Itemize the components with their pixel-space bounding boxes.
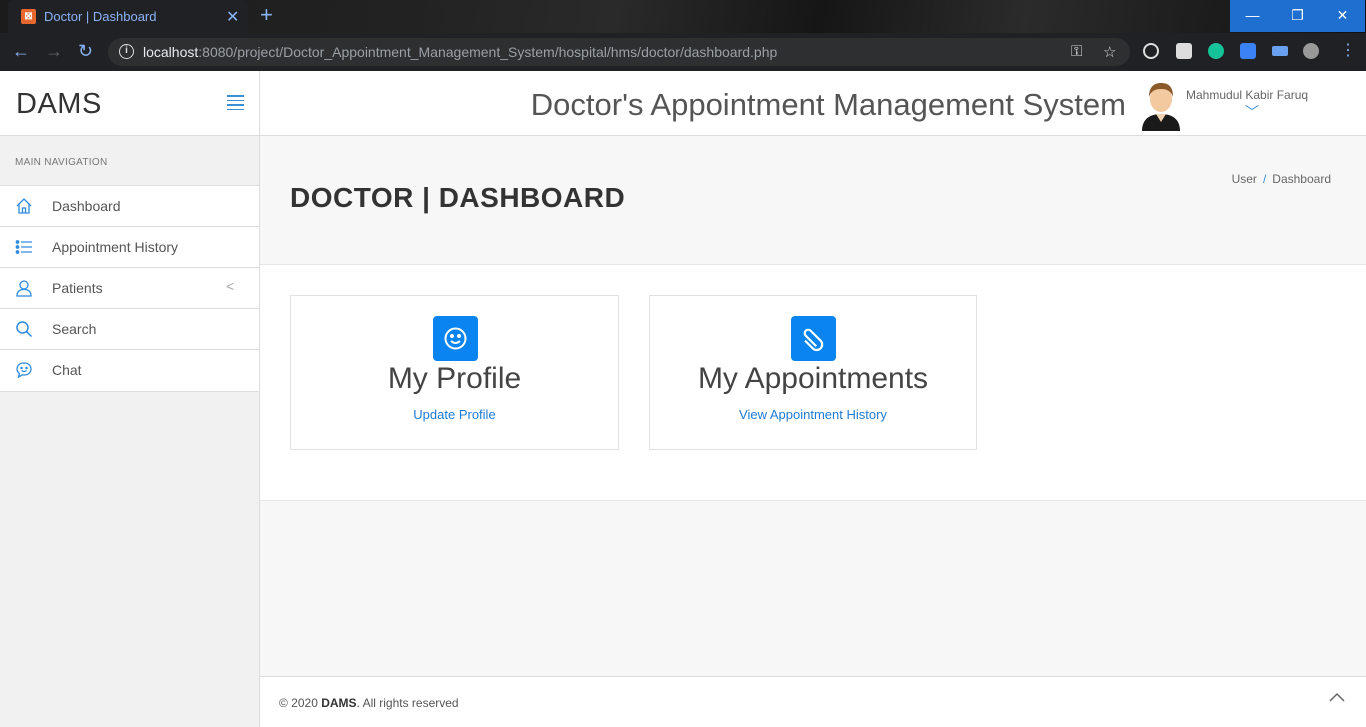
restore-icon[interactable]: ❐ (1275, 0, 1320, 32)
globe-extension-icon[interactable] (1143, 43, 1159, 59)
sidebar-item-appointment-history[interactable]: Appointment History (0, 227, 259, 268)
card-title: My Profile (387, 362, 522, 395)
more-menu-icon[interactable]: ⋮ (1340, 41, 1356, 61)
url-text: localhost:8080/project/Doctor_Appointmen… (143, 44, 778, 60)
breadcrumb-item-dashboard: Dashboard (1272, 172, 1331, 186)
sidebar-item-label: Appointment History (52, 239, 179, 255)
xampp-favicon-icon: ⊠ (21, 9, 36, 24)
sidebar-item-label: Dashboard (52, 198, 121, 214)
brand-logo[interactable]: DAMS (16, 88, 102, 121)
user-icon (16, 280, 32, 297)
page-header: DOCTOR | DASHBOARD User / Dashboard (260, 136, 1366, 265)
breadcrumb-separator: / (1262, 172, 1267, 186)
bookmark-star-icon[interactable]: ☆ (1103, 43, 1116, 61)
sidebar-item-label: Chat (52, 362, 82, 378)
smile-icon (432, 316, 478, 361)
home-icon (16, 198, 32, 214)
new-tab-icon[interactable]: + (260, 4, 273, 26)
chevron-left-icon: < (226, 278, 235, 294)
extensions-puzzle-icon[interactable] (1240, 43, 1256, 59)
profile-avatar-icon[interactable] (1303, 43, 1319, 59)
card-title: My Appointments (697, 362, 929, 395)
browser-tab-strip: ⊠ Doctor | Dashboard ✕ + — ❐ ✕ (0, 0, 1366, 33)
dashboard-cards: My Profile Update Profile My Appointment… (260, 265, 1366, 501)
gear-extension-icon[interactable] (1176, 43, 1192, 59)
menu-toggle-icon[interactable] (227, 95, 244, 113)
page-title: DOCTOR | DASHBOARD (290, 182, 626, 213)
forward-arrow-icon[interactable]: → (45, 41, 63, 61)
media-queue-icon[interactable] (1272, 46, 1288, 56)
minimize-icon[interactable]: — (1230, 0, 1275, 32)
card-my-profile: My Profile Update Profile (290, 295, 619, 450)
address-bar[interactable]: i localhost:8080/project/Doctor_Appointm… (108, 38, 1130, 66)
search-icon (16, 321, 33, 338)
system-title: Doctor's Appointment Management System (530, 87, 1126, 122)
main-content: DOCTOR | DASHBOARD User / Dashboard My Pro… (260, 136, 1366, 677)
breadcrumb: User / Dashboard (1232, 172, 1331, 186)
grammarly-icon[interactable] (1208, 43, 1224, 59)
chat-icon (16, 362, 32, 379)
breadcrumb-item-user[interactable]: User (1232, 172, 1257, 186)
main-navigation: Dashboard Appointment History Patients <… (0, 185, 259, 392)
footer: © 2020 DAMS. All rights reserved (260, 676, 1366, 727)
reload-icon[interactable]: ↻ (78, 41, 93, 61)
back-arrow-icon[interactable]: ← (12, 41, 30, 61)
user-name[interactable]: Mahmudul Kabir Faruq (1186, 88, 1308, 102)
top-header: Doctor's Appointment Management System M… (260, 71, 1366, 136)
paperclip-icon (791, 316, 836, 361)
site-info-icon[interactable]: i (119, 44, 134, 59)
browser-toolbar: ← → ↻ i localhost:8080/project/Doctor_Ap… (0, 33, 1366, 71)
tab-title: Doctor | Dashboard (44, 9, 157, 24)
tab-close-icon[interactable]: ✕ (226, 7, 239, 27)
sidebar-item-search[interactable]: Search (0, 309, 259, 350)
view-appointment-history-link[interactable]: View Appointment History (650, 407, 976, 422)
chevron-up-icon[interactable] (1328, 689, 1346, 707)
browser-tab[interactable]: ⊠ Doctor | Dashboard ✕ (8, 0, 248, 33)
user-avatar-icon[interactable] (1140, 81, 1182, 131)
card-my-appointments: My Appointments View Appointment History (649, 295, 977, 450)
copyright-text: © 2020 DAMS. All rights reserved (279, 696, 459, 710)
key-icon[interactable]: ⚿ (1071, 43, 1082, 60)
window-close-icon[interactable]: ✕ (1320, 0, 1365, 32)
update-profile-link[interactable]: Update Profile (291, 407, 618, 422)
sidebar: DAMS MAIN NAVIGATION Dashboard Appointme… (0, 71, 260, 727)
sidebar-item-patients[interactable]: Patients < (0, 268, 259, 309)
sidebar-item-chat[interactable]: Chat (0, 350, 259, 391)
sidebar-item-label: Search (52, 321, 97, 337)
app: DAMS MAIN NAVIGATION Dashboard Appointme… (0, 71, 1366, 727)
list-icon (15, 240, 32, 254)
sidebar-item-label: Patients (52, 280, 103, 296)
brand-bar: DAMS (0, 71, 259, 136)
nav-heading: MAIN NAVIGATION (15, 157, 108, 168)
chevron-down-icon[interactable]: ﹀ (1245, 102, 1259, 122)
sidebar-item-dashboard[interactable]: Dashboard (0, 186, 259, 227)
